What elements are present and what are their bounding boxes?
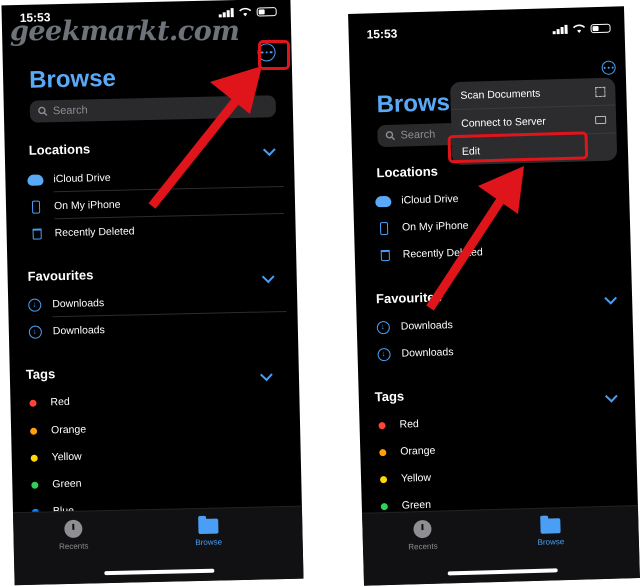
battery-icon — [590, 23, 611, 33]
edit-highlight-box — [447, 131, 589, 164]
status-time: 15:53 — [366, 26, 398, 42]
watermark-logo: geekmarkt.com — [10, 16, 240, 47]
tag-color-dot — [379, 475, 387, 483]
status-bar: 15:53 — [366, 11, 611, 41]
favourite-downloads[interactable]: ↓ Downloads — [375, 342, 454, 364]
tag-color-dot — [30, 481, 38, 489]
folder-icon — [540, 518, 561, 534]
trash-icon — [380, 249, 390, 261]
wifi-icon — [239, 7, 252, 17]
tab-browse[interactable]: Browse — [178, 516, 239, 547]
tag-red[interactable]: Red — [373, 414, 419, 435]
tag-orange[interactable]: Orange — [374, 441, 436, 463]
section-locations: Locations — [28, 141, 91, 158]
tab-browse[interactable]: Browse — [520, 516, 581, 548]
more-options-button[interactable] — [601, 60, 616, 75]
section-locations: Locations — [376, 163, 439, 181]
left-screenshot: 15:53 Browse Search Locations iCloud Dri… — [1, 0, 304, 586]
signal-icon — [552, 24, 568, 35]
clock-icon — [64, 519, 83, 539]
tab-bar: Recents Browse — [12, 505, 304, 586]
iphone-icon — [31, 200, 41, 214]
tag-color-dot — [30, 454, 38, 462]
tab-recents[interactable]: Recents — [392, 519, 453, 552]
tag-color-dot — [29, 427, 37, 435]
more-button-highlight-box — [258, 40, 290, 70]
home-indicator — [447, 568, 558, 576]
location-icloud-drive[interactable]: iCloud Drive — [27, 168, 111, 190]
tab-bar: Recents Browse — [362, 505, 640, 586]
clock-icon — [413, 519, 432, 539]
tag-yellow[interactable]: Yellow — [375, 468, 432, 490]
chevron-down-icon[interactable] — [261, 270, 275, 284]
location-recently-deleted[interactable]: Recently Deleted — [28, 221, 135, 243]
monitor-icon — [595, 115, 607, 124]
tag-color-dot — [380, 502, 388, 510]
wifi-icon — [572, 24, 586, 34]
search-icon — [38, 106, 48, 116]
chevron-down-icon[interactable] — [262, 143, 276, 157]
favourite-downloads[interactable]: ↓ Downloads — [27, 320, 105, 342]
tag-green[interactable]: Green — [26, 474, 82, 495]
tag-color-dot — [378, 448, 386, 456]
favourite-downloads[interactable]: ↓ Downloads — [375, 315, 453, 337]
download-icon: ↓ — [28, 325, 42, 339]
chevron-down-icon[interactable] — [604, 389, 618, 403]
search-input[interactable]: Search — [377, 122, 458, 148]
search-placeholder: Search — [52, 104, 88, 118]
download-icon: ↓ — [376, 320, 390, 334]
download-icon: ↓ — [376, 347, 391, 361]
tab-recents[interactable]: Recents — [43, 519, 104, 551]
location-icloud-drive[interactable]: iCloud Drive — [375, 189, 459, 211]
search-placeholder: Search — [400, 128, 436, 142]
tag-yellow[interactable]: Yellow — [26, 447, 82, 468]
search-icon — [385, 131, 396, 141]
chevron-down-icon[interactable] — [260, 368, 273, 382]
location-on-my-iphone[interactable]: On My iPhone — [376, 216, 469, 239]
section-favourites: Favourites — [27, 267, 94, 284]
battery-icon — [256, 6, 277, 17]
location-recently-deleted[interactable]: Recently Deleted — [377, 242, 483, 265]
scan-icon — [595, 86, 606, 97]
tag-color-dot — [377, 421, 386, 429]
tag-orange[interactable]: Orange — [25, 420, 86, 441]
tag-red[interactable]: Red — [24, 392, 70, 413]
download-icon: ↓ — [27, 298, 41, 312]
section-tags: Tags — [374, 388, 405, 405]
icloud-icon — [375, 195, 392, 207]
location-on-my-iphone[interactable]: On My iPhone — [28, 195, 121, 217]
icloud-icon — [27, 173, 44, 186]
right-screenshot: 15:53 Browse Search Locations iCloud Dri… — [348, 6, 640, 586]
search-input[interactable]: Search — [29, 95, 277, 123]
trash-icon — [32, 228, 42, 240]
home-indicator — [104, 568, 215, 576]
page-title: Browse — [28, 64, 117, 94]
iphone-icon — [379, 221, 389, 235]
section-favourites: Favourites — [375, 289, 442, 307]
folder-icon — [198, 518, 219, 535]
chevron-down-icon[interactable] — [604, 291, 617, 305]
tag-color-dot — [28, 399, 37, 407]
section-tags: Tags — [25, 366, 56, 382]
favourite-downloads[interactable]: ↓ Downloads — [26, 293, 104, 315]
